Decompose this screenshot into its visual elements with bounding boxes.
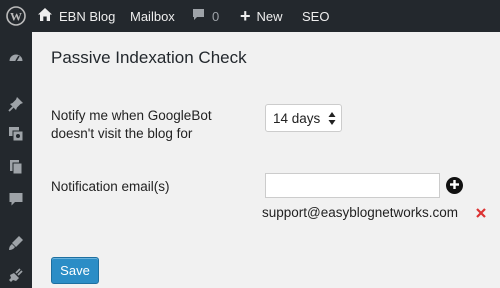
email-list-item: support@easyblognetworks.com [262,205,459,220]
mailbox-link[interactable]: Mailbox [130,0,175,32]
wordpress-logo-icon[interactable]: W [0,0,32,32]
seo-link[interactable]: SEO [302,0,329,32]
site-name: EBN Blog [59,8,116,24]
add-email-button[interactable] [446,177,463,194]
close-icon [474,207,488,224]
plus-icon: + [240,6,251,26]
plus-circle-icon [449,177,460,195]
email-label: Notification email(s) [51,179,170,194]
appearance-icon[interactable] [0,230,32,256]
pin-icon[interactable] [0,91,32,117]
days-select[interactable]: 14 days [265,104,342,132]
notify-label: Notify me when GoogleBot doesn't visit t… [51,108,212,141]
settings-panel: Passive Indexation Check Notify me when … [32,32,500,288]
home-icon [37,7,53,25]
pages-icon[interactable] [0,154,32,180]
new-content-link[interactable]: + New [240,0,283,32]
plugins-icon[interactable] [0,262,32,288]
new-label: New [256,8,283,24]
admin-sidebar [0,32,32,288]
select-arrows-icon [328,111,336,126]
dashboard-icon[interactable] [0,45,32,71]
site-home-link[interactable]: EBN Blog [37,0,115,32]
save-button[interactable]: Save [51,257,99,284]
comments-link[interactable]: 0 [191,0,219,32]
admin-bar: W EBN Blog Mailbox 0 + New SEO [0,0,500,32]
comments-count: 0 [212,8,220,24]
days-selected-value: 14 days [273,110,321,126]
remove-email-button[interactable] [474,206,488,220]
comments-icon[interactable] [0,186,32,212]
page-title: Passive Indexation Check [51,48,247,67]
comment-bubble-icon [191,7,206,25]
email-input[interactable] [265,173,440,198]
svg-text:W: W [10,10,22,24]
media-icon[interactable] [0,121,32,147]
